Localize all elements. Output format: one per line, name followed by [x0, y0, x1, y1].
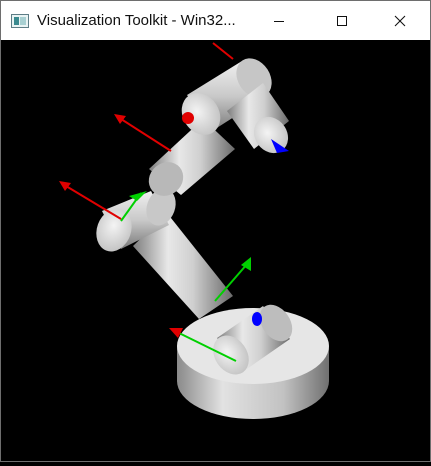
window-title: Visualization Toolkit - Win32...	[37, 12, 236, 29]
upper-arm-axes	[114, 114, 172, 152]
upper-arm-cylinder	[148, 119, 235, 196]
maximize-button[interactable]	[319, 1, 365, 40]
title-bar[interactable]: Visualization Toolkit - Win32...	[1, 1, 430, 40]
close-button[interactable]	[377, 1, 423, 40]
minimize-button[interactable]	[256, 1, 302, 40]
minimize-icon	[274, 20, 284, 22]
close-icon	[394, 15, 406, 26]
vtk-app-icon	[11, 13, 29, 29]
vtk-window: Visualization Toolkit - Win32...	[0, 0, 431, 462]
robot-arm-scene	[59, 42, 329, 419]
render-viewport[interactable]	[1, 40, 430, 461]
maximize-icon	[337, 15, 347, 26]
